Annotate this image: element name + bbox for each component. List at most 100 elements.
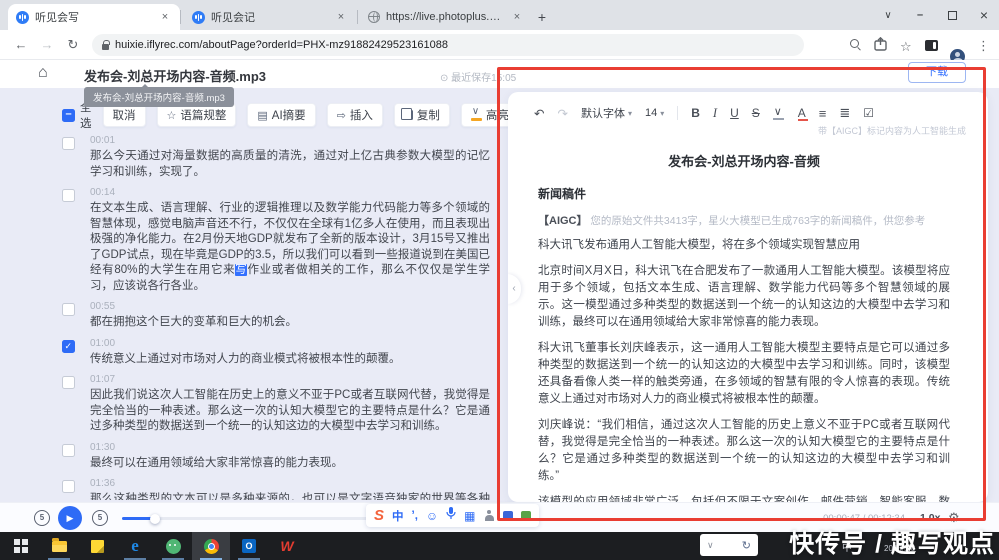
skip-forward-5s-button[interactable]: 5 bbox=[92, 510, 108, 526]
taskbar-wechat[interactable] bbox=[154, 532, 192, 560]
url-omnibox[interactable]: huixie.iflyrec.com/aboutPage?orderId=PHX… bbox=[92, 34, 804, 56]
text-highlight-icon[interactable] bbox=[773, 107, 785, 120]
secure-lock-icon bbox=[102, 44, 109, 50]
list-icon[interactable] bbox=[839, 105, 850, 121]
transcript-item: 00:01 那么今天通过对海量数据的高质量的清洗，通过对上亿古典参数大模型的记忆… bbox=[62, 135, 490, 180]
tab-photoplus[interactable]: https://live.photoplus.cn/live/ bbox=[360, 4, 532, 30]
segment-checkbox[interactable] bbox=[62, 137, 75, 150]
windows-logo-icon bbox=[14, 539, 28, 553]
taskbar-wps[interactable]: W bbox=[268, 532, 306, 560]
home-icon[interactable] bbox=[38, 64, 48, 82]
font-family-select[interactable]: 默认字体 bbox=[581, 105, 632, 121]
segment-text[interactable]: 在文本生成、语言理解、行业的逻辑推理以及数学能力代码能力等多个领域的智慧体现，感… bbox=[90, 201, 490, 294]
italic-icon[interactable] bbox=[713, 106, 717, 121]
reload-button[interactable] bbox=[64, 36, 82, 54]
side-panel-icon[interactable] bbox=[925, 40, 938, 51]
segment-text[interactable]: 因此我们说这次人工智能在历史上的意义不亚于PC或者互联网代替，我觉得是完全恰当的… bbox=[90, 388, 490, 435]
forward-button[interactable] bbox=[38, 36, 56, 54]
microphone-icon[interactable] bbox=[446, 507, 456, 525]
ime-punctuation-icon[interactable]: ’, bbox=[412, 510, 418, 522]
tab-tingjian-huiji[interactable]: 听见会记 bbox=[184, 4, 356, 30]
browser-menu-icon[interactable] bbox=[977, 37, 990, 55]
taskbar-outlook[interactable]: O bbox=[230, 532, 268, 560]
segment-checkbox[interactable] bbox=[62, 480, 75, 493]
chevron-down-icon[interactable] bbox=[707, 540, 714, 551]
wechat-icon bbox=[166, 539, 181, 554]
segment-text[interactable]: 那么今天通过对海量数据的高质量的清洗，通过对上亿古典参数大模型的记忆学习和训练，… bbox=[90, 149, 490, 180]
segment-checkbox[interactable] bbox=[62, 444, 75, 457]
playback-speed[interactable]: 1.0x bbox=[920, 512, 940, 524]
tab-tingjian-huixie[interactable]: 听见会写 bbox=[8, 4, 180, 30]
segment-checkbox[interactable] bbox=[62, 303, 75, 316]
ime-profile-icon[interactable] bbox=[484, 510, 495, 521]
window-minimize-button[interactable] bbox=[905, 0, 935, 30]
chevron-down-icon bbox=[660, 107, 664, 119]
new-tab-button[interactable] bbox=[532, 7, 552, 27]
sogou-logo-icon[interactable]: S bbox=[374, 507, 384, 524]
bold-icon[interactable] bbox=[691, 106, 700, 120]
window-restore-button[interactable] bbox=[937, 0, 967, 30]
segment-checkbox[interactable] bbox=[62, 376, 75, 389]
align-icon[interactable] bbox=[819, 106, 827, 121]
ime-toolbox-icon[interactable] bbox=[503, 511, 513, 521]
segment-text[interactable]: 都在拥抱这个巨大的变革和巨大的机会。 bbox=[90, 315, 490, 331]
timestamp[interactable]: 01:30 bbox=[90, 442, 490, 453]
emoji-icon[interactable] bbox=[426, 509, 438, 523]
segment-text[interactable]: 传统意义上通过对市场对人力的商业模式将被根本性的颠覆。 bbox=[90, 352, 490, 368]
font-size-select[interactable]: 14 bbox=[645, 107, 664, 119]
section-heading: 新闻稿件 bbox=[538, 185, 950, 202]
segment-checkbox[interactable] bbox=[62, 189, 75, 202]
tab-search-chevron-icon[interactable] bbox=[873, 0, 903, 30]
segment-text[interactable]: 那么这种类型的文本可以是多种来源的，也可以是文字语音独家的世界等各种阶段。 bbox=[90, 492, 490, 500]
tray-widget[interactable] bbox=[700, 534, 758, 556]
share-icon[interactable] bbox=[874, 37, 887, 56]
timestamp[interactable]: 01:36 bbox=[90, 478, 490, 489]
timestamp[interactable]: 01:07 bbox=[90, 374, 490, 385]
progress-handle[interactable] bbox=[150, 514, 160, 524]
timestamp[interactable]: 01:00 bbox=[90, 338, 490, 349]
tab-close-icon[interactable] bbox=[510, 10, 524, 24]
page-title: 发布会-刘总开场内容-音频.mp3 bbox=[84, 66, 266, 85]
copy-button[interactable]: 复制 bbox=[394, 103, 450, 127]
document-body[interactable]: 发布会-刘总开场内容-音频 新闻稿件 【AIGC】 您的原始文件共3413字，星… bbox=[508, 137, 988, 502]
refresh-icon[interactable] bbox=[742, 539, 751, 552]
aigc-info-text: 您的原始文件共3413字，星火大模型已生成763字的新闻稿件，供您参考 bbox=[590, 215, 925, 227]
taskbar-chrome-active[interactable] bbox=[192, 532, 230, 560]
select-all-checkbox[interactable] bbox=[62, 109, 75, 122]
play-button[interactable] bbox=[58, 506, 82, 530]
tab-close-icon[interactable] bbox=[334, 10, 348, 24]
playback-time: 00:00:47 / 00:12:34 bbox=[795, 513, 905, 524]
segment-checkbox-checked[interactable] bbox=[62, 340, 75, 353]
redo-icon[interactable] bbox=[557, 106, 567, 121]
keyboard-icon[interactable] bbox=[464, 509, 475, 523]
sparkle-icon bbox=[167, 109, 177, 122]
insert-button[interactable]: 插入 bbox=[327, 103, 383, 127]
taskbar-file-explorer[interactable] bbox=[40, 532, 78, 560]
ime-skin-icon[interactable] bbox=[521, 511, 531, 521]
timestamp[interactable]: 00:55 bbox=[90, 301, 490, 312]
paragraph: 北京时间X月X日，科大讯飞在合肥发布了一款通用人工智能大模型。该模型将应用于多个… bbox=[538, 263, 950, 331]
underline-icon[interactable] bbox=[730, 106, 739, 120]
timestamp[interactable]: 00:14 bbox=[90, 187, 490, 198]
ime-language-icon[interactable]: 中 bbox=[392, 508, 404, 524]
folder-icon bbox=[52, 541, 67, 552]
segment-text[interactable]: 最终可以在通用领域给大家非常惊喜的能力表现。 bbox=[90, 456, 490, 472]
skip-back-5s-button[interactable]: 5 bbox=[34, 510, 50, 526]
aigc-tag: 【AIGC】 bbox=[538, 215, 588, 227]
font-color-icon[interactable] bbox=[798, 106, 806, 120]
back-button[interactable] bbox=[12, 36, 30, 54]
start-button[interactable] bbox=[2, 532, 40, 560]
timestamp[interactable]: 00:01 bbox=[90, 135, 490, 146]
ai-summary-button[interactable]: AI摘要 bbox=[247, 103, 315, 127]
tab-close-icon[interactable] bbox=[158, 10, 172, 24]
window-close-button[interactable] bbox=[969, 0, 999, 30]
taskbar-sticky-notes[interactable] bbox=[78, 532, 116, 560]
download-button[interactable]: 下载 bbox=[908, 62, 966, 83]
undo-icon[interactable] bbox=[534, 106, 544, 121]
strikethrough-icon[interactable] bbox=[752, 106, 760, 120]
task-list-icon[interactable] bbox=[863, 106, 874, 120]
zoom-magnifier-icon[interactable] bbox=[848, 37, 862, 51]
insert-arrow-icon bbox=[337, 109, 346, 122]
bookmark-star-icon[interactable] bbox=[900, 38, 912, 56]
taskbar-edge[interactable]: e bbox=[116, 532, 154, 560]
